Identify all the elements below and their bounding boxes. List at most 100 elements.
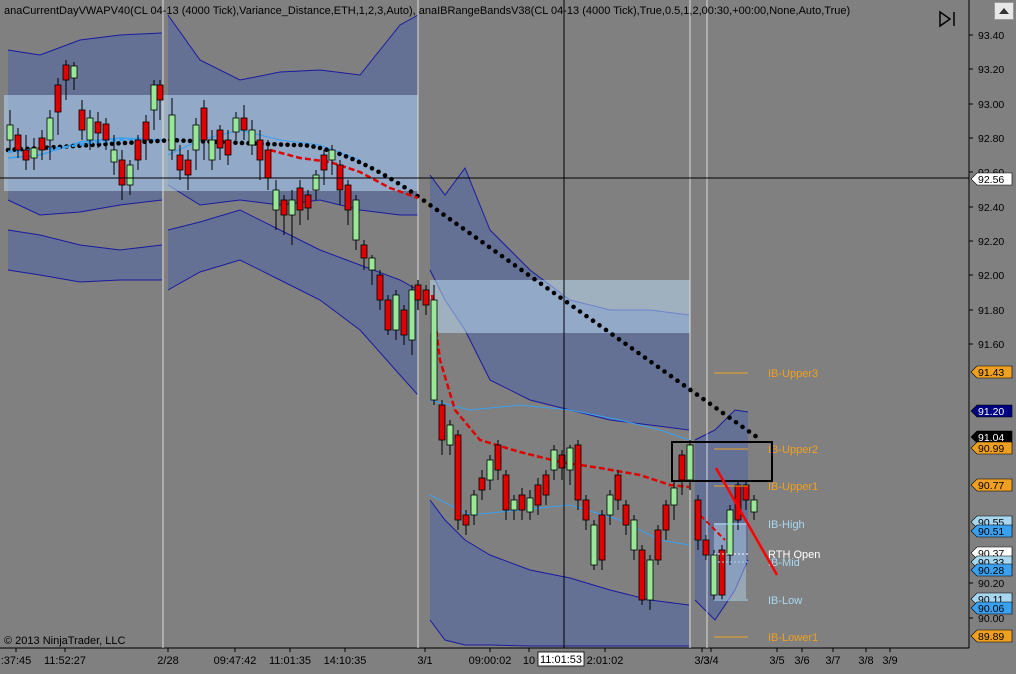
candle-body [110, 149, 118, 163]
price-marker-label: 90.51 [978, 526, 1004, 538]
candle-body [176, 154, 184, 171]
vwap-dot [532, 276, 537, 282]
vwap-dot [285, 142, 290, 148]
candle-body [6, 124, 14, 141]
vwap-dot [434, 207, 440, 213]
vwap-dot [473, 235, 479, 240]
price-marker: 90.77 [970, 478, 1013, 492]
y-tick-label: 93.20 [978, 64, 1004, 76]
x-tick-label: 3/8 [858, 655, 873, 667]
vwap-dot [441, 212, 446, 217]
candle-body [328, 149, 336, 161]
vwap-dot [720, 410, 726, 416]
vwap-dot [187, 138, 193, 144]
candle-body [606, 494, 614, 516]
vwap-dot [753, 433, 758, 439]
candle-body [352, 199, 360, 241]
vwap-dot [506, 258, 511, 264]
price-marker: 90.06 [970, 601, 1013, 615]
vwap-dot [343, 154, 349, 159]
candle-body [518, 494, 526, 511]
candle-body [200, 107, 208, 141]
vwap-dot [493, 249, 498, 254]
copyright-label: © 2013 NinjaTrader, LLC [4, 635, 126, 647]
candle-body [272, 189, 280, 211]
vwap-dot [519, 267, 524, 273]
price-marker-label: 90.77 [978, 480, 1004, 492]
candle-body [542, 474, 550, 496]
vwap-dot [512, 263, 518, 268]
x-tick-label: 11:52:27 [44, 655, 86, 667]
candle-body [430, 299, 438, 401]
vwap-dot [395, 180, 401, 186]
candle-body [30, 147, 38, 159]
candle-body [534, 484, 542, 506]
candle-body [94, 121, 102, 134]
candle-body [248, 129, 256, 146]
vwap-dot [122, 140, 128, 146]
vwap-dot [350, 156, 355, 162]
candle-body [590, 524, 598, 566]
x-tick-label: 10 [523, 655, 535, 667]
candle-body [368, 257, 376, 271]
candle-body [582, 499, 590, 521]
candle-body [102, 123, 110, 141]
y-tick-label: 91.80 [978, 305, 1004, 317]
chart-window: IB-Upper3 IB-Upper2 IB-Upper1 IB-High IB-Mid… [0, 0, 1016, 674]
vwap-dot [161, 138, 167, 143]
candle-body [478, 477, 486, 491]
candle-body [694, 499, 702, 541]
ib-label-ib-high: IB-High [768, 519, 805, 531]
candle-body [62, 64, 70, 81]
candle-body [470, 494, 478, 516]
vwap-dot [421, 198, 427, 203]
x-tick-label: 09:00:02 [469, 655, 512, 667]
vwap-dot [454, 221, 459, 227]
ib-label-ib-lower1: IB-Lower1 [768, 632, 818, 644]
x-tick-label: 14:10:35 [324, 655, 367, 667]
x-tick-label: 3/7 [825, 655, 840, 667]
vwap-dot [402, 185, 407, 190]
vwap-dot [155, 138, 160, 144]
vwap-dot [376, 169, 381, 175]
candle-body [422, 289, 430, 306]
candle-body [654, 529, 662, 561]
candle-body [344, 184, 352, 211]
play-icon[interactable] [938, 10, 958, 28]
vwap-dot [291, 142, 297, 148]
price-marker-label: 91.43 [978, 367, 1004, 379]
candle-body [486, 459, 494, 481]
candle-body [142, 121, 150, 141]
price-marker-label: 92.56 [978, 174, 1004, 186]
price-marker: 90.99 [970, 441, 1013, 455]
vwap-dot [740, 424, 745, 430]
ib-label-ib-low: IB-Low [768, 595, 802, 607]
crosshair-time-marker: 11:01:53 [537, 651, 585, 667]
ib-label-ib-upper1: IB-Upper1 [768, 481, 818, 493]
x-tick-label: :37:45 [1, 655, 32, 667]
vwap-dot [655, 364, 661, 370]
vwap-dot [551, 290, 557, 296]
candle-body [38, 137, 46, 151]
ib-label-ib-upper3: IB-Upper3 [768, 368, 818, 380]
candle-body [462, 514, 470, 526]
vwap-dot [181, 138, 186, 143]
candle-body [192, 124, 200, 151]
vwap-dot [629, 346, 635, 351]
candle-body [678, 454, 686, 481]
candle-body [526, 497, 534, 513]
price-marker: 92.56 [970, 172, 1013, 186]
x-tick-label: 2/28 [157, 655, 178, 667]
candle-body [232, 117, 240, 133]
candle-body [46, 117, 54, 141]
candle-body [14, 134, 22, 151]
vwap-dot [636, 350, 641, 356]
vwap-dot [337, 151, 342, 157]
candle-body [168, 114, 176, 151]
y-tick-label: 92.80 [978, 133, 1004, 145]
candle-body [574, 444, 582, 501]
price-chart[interactable]: IB-Upper3IB-Upper2IB-Upper1IB-HighIB-Mid… [0, 0, 1016, 674]
scroll-up-button[interactable] [994, 2, 1014, 20]
candle-body [304, 194, 312, 209]
candle-body [256, 139, 264, 161]
